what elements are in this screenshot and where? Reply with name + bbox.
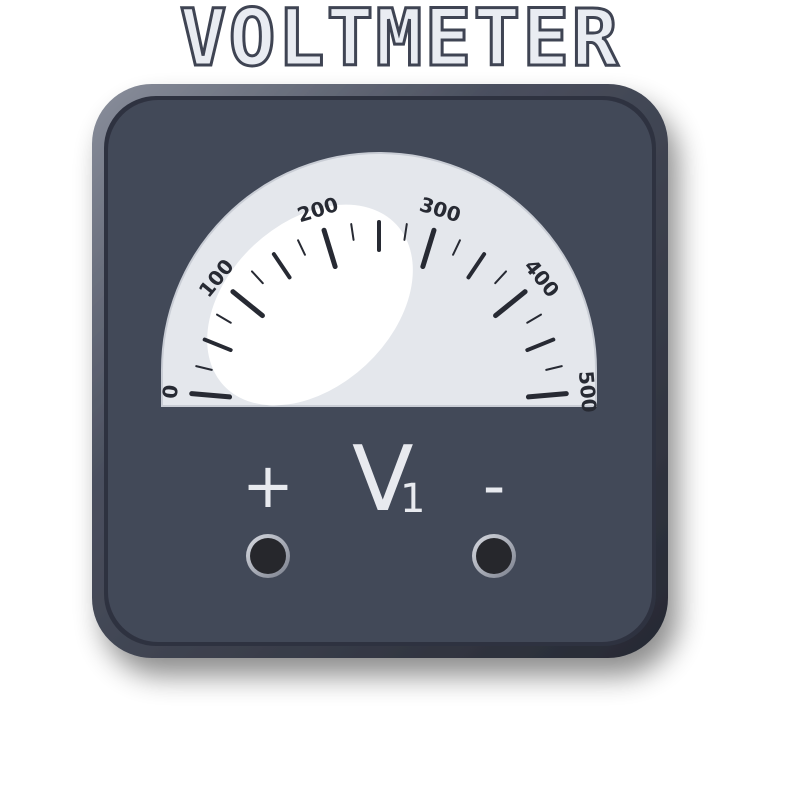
negative-sign: -	[482, 449, 506, 522]
scale-label-0: 0	[158, 384, 183, 400]
scale-label-500: 500	[574, 370, 602, 414]
positive-terminal[interactable]	[246, 534, 290, 578]
positive-sign: +	[242, 449, 294, 522]
major-tick	[189, 391, 233, 400]
negative-terminal[interactable]	[472, 534, 516, 578]
voltmeter-illustration: VOLTMETER 0 100 200 300 400 500 + - V 1	[0, 0, 800, 800]
voltage-symbol-subscript: 1	[400, 476, 426, 522]
major-tick	[525, 391, 569, 400]
meter-graphic: 0100200 300400500	[92, 84, 668, 658]
